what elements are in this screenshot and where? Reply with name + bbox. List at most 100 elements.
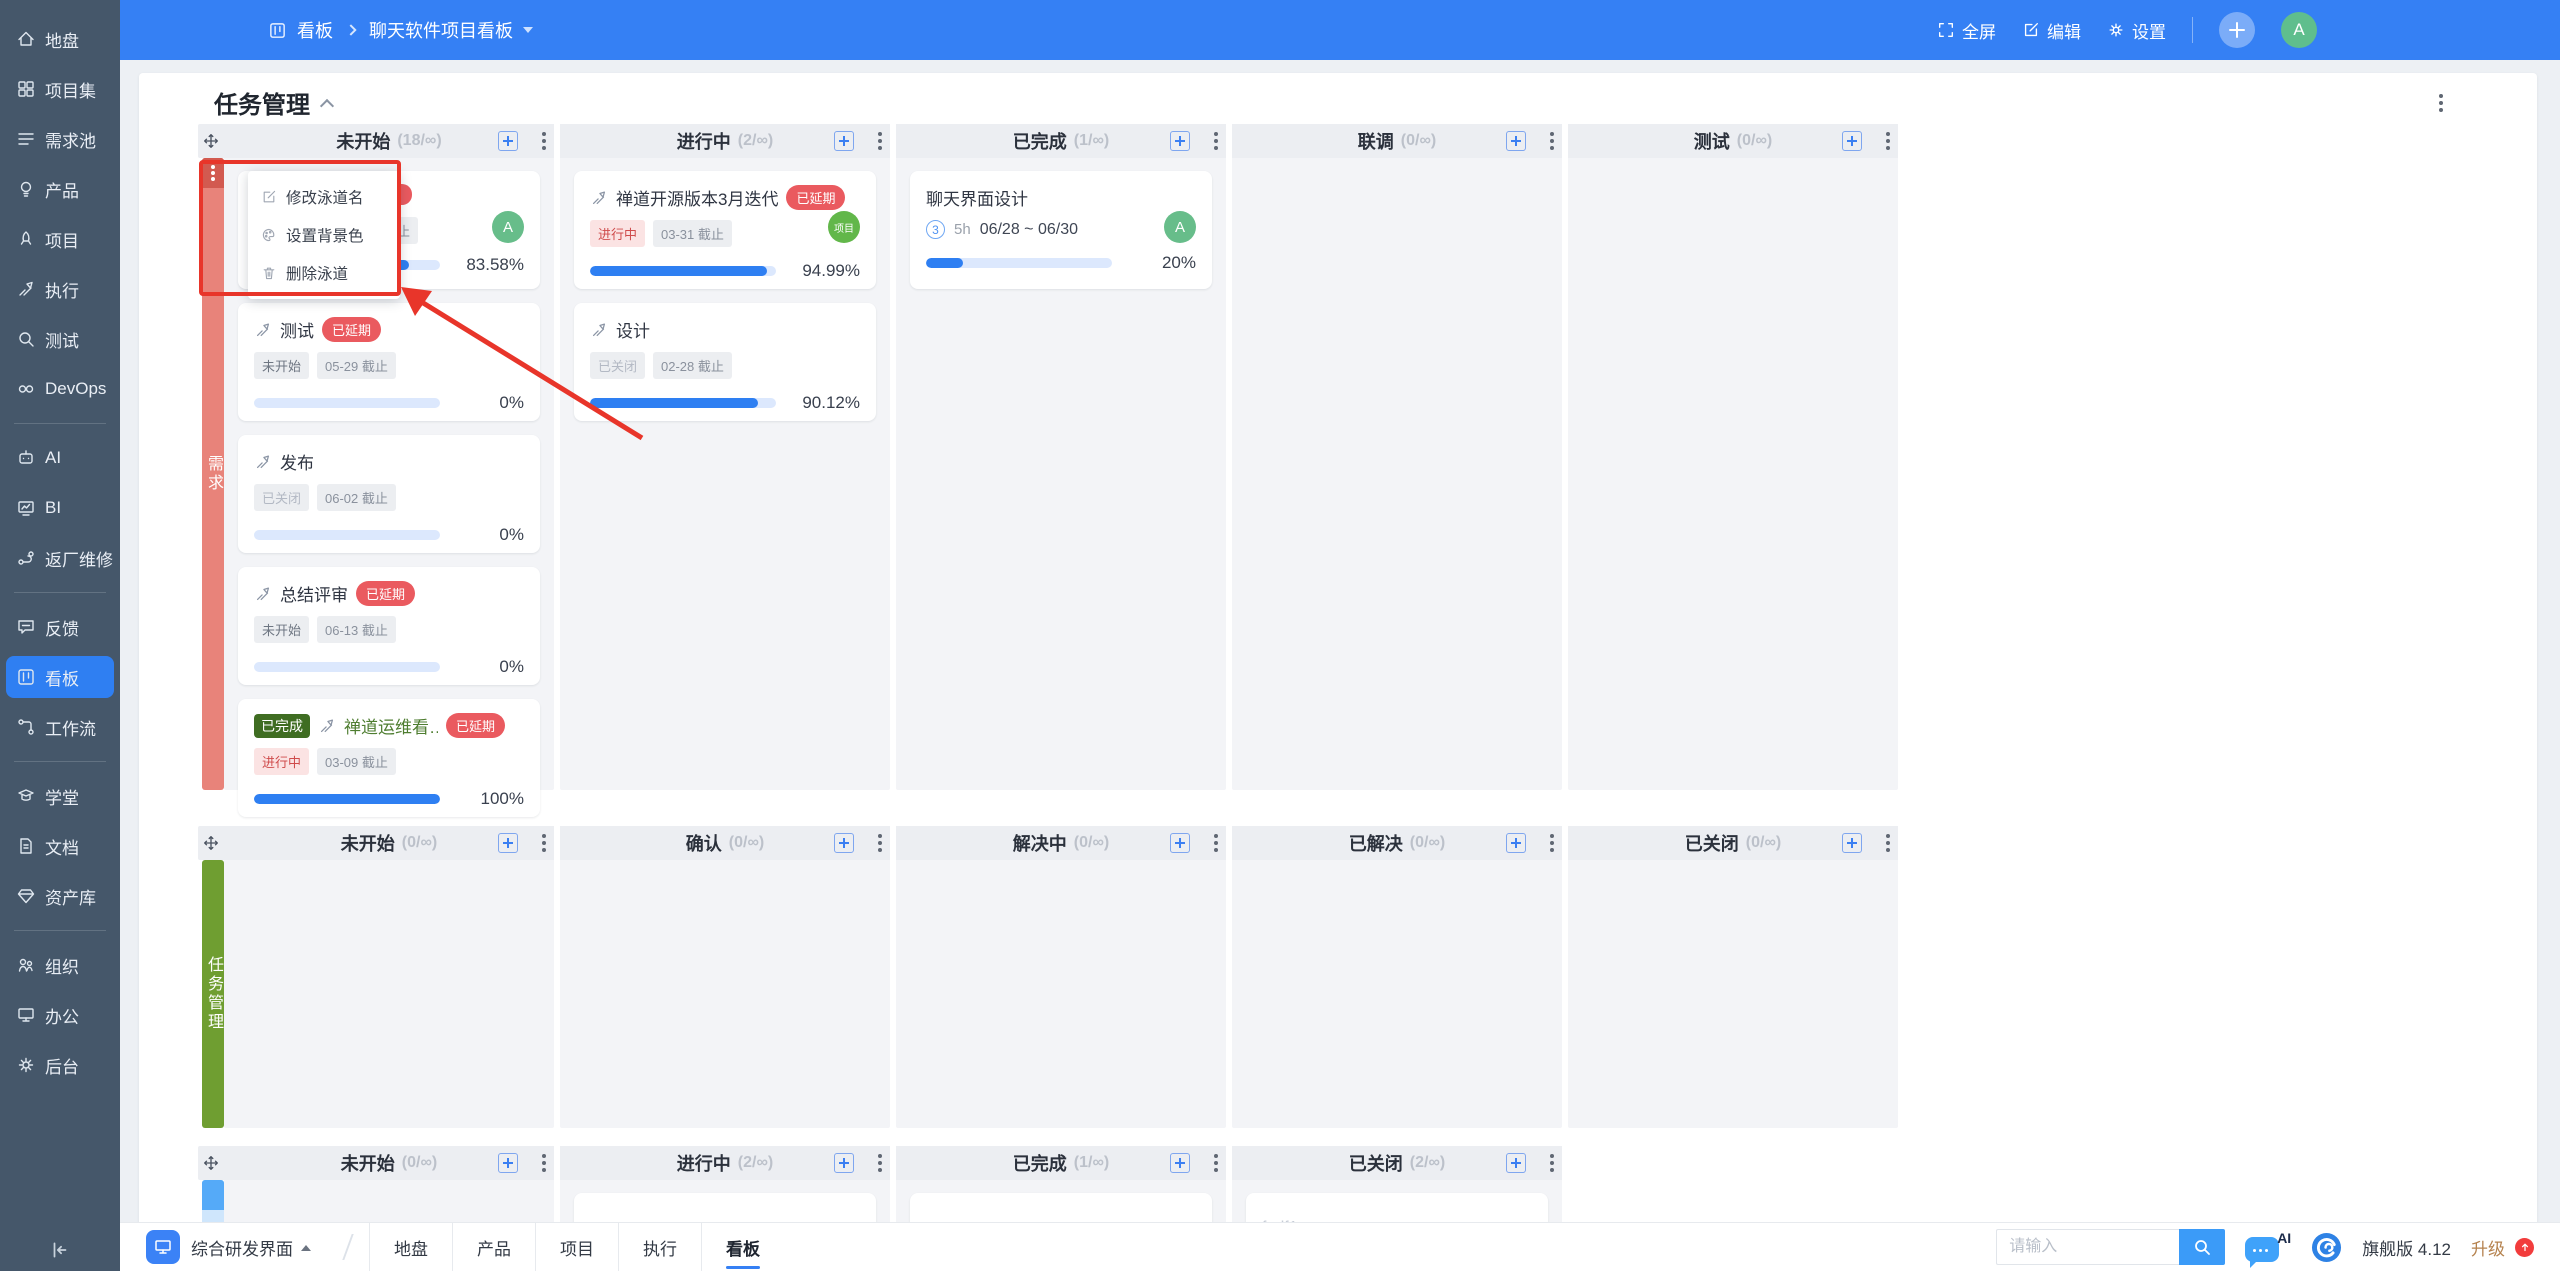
- swimlane-menu-handle[interactable]: [202, 1180, 224, 1210]
- search-input[interactable]: [1996, 1229, 2179, 1265]
- task-card[interactable]: 禅道开源版本3月迭代已延期 进行中03-31 截止 项目 94.99%: [574, 171, 876, 289]
- avatar[interactable]: A: [2281, 12, 2317, 48]
- column-menu-icon[interactable]: [878, 1161, 882, 1165]
- breadcrumb-current[interactable]: 聊天软件项目看板: [369, 17, 513, 43]
- trash-icon: [261, 265, 277, 281]
- column-menu-icon[interactable]: [542, 139, 546, 143]
- progress-track: [590, 266, 776, 276]
- bottom-tab-dashboard[interactable]: 地盘: [369, 1223, 452, 1271]
- fullscreen-button[interactable]: 全屏: [1937, 18, 1996, 43]
- task-card[interactable]: 总结评审已延期 未开始06-13 截止 0%: [238, 567, 540, 685]
- add-card-button[interactable]: [1170, 833, 1190, 853]
- collapse-region-icon[interactable]: [320, 98, 334, 112]
- add-card-button[interactable]: [498, 833, 518, 853]
- assignee-avatar[interactable]: A: [1164, 211, 1196, 243]
- sidebar-item-devops[interactable]: DevOps: [6, 364, 114, 414]
- column-menu-icon[interactable]: [1214, 1161, 1218, 1165]
- settings-button[interactable]: 设置: [2107, 18, 2166, 43]
- task-card[interactable]: 设计 已关闭02-28 截止 90.12%: [574, 303, 876, 421]
- menu-item-delete-lane[interactable]: 删除泳道: [248, 254, 400, 292]
- column-menu-icon[interactable]: [1550, 1161, 1554, 1165]
- caret-up-icon[interactable]: [301, 1240, 311, 1251]
- add-card-button[interactable]: [498, 1153, 518, 1173]
- menu-item-set-background[interactable]: 设置背景色: [248, 216, 400, 254]
- bottom-tab-execution[interactable]: 执行: [618, 1223, 701, 1271]
- sidebar-item-repair[interactable]: 返厂维修: [6, 533, 114, 583]
- add-card-button[interactable]: [498, 131, 518, 151]
- sidebar-item-dashboard[interactable]: 地盘: [6, 14, 114, 64]
- add-card-button[interactable]: [834, 131, 854, 151]
- add-card-button[interactable]: [1842, 833, 1862, 853]
- column-menu-icon[interactable]: [542, 841, 546, 845]
- edit-button[interactable]: 编辑: [2022, 18, 2081, 43]
- bottom-tab-product[interactable]: 产品: [452, 1223, 535, 1271]
- dropdown-caret-icon[interactable]: [523, 27, 533, 38]
- add-button[interactable]: [2219, 12, 2255, 48]
- version-label: 旗舰版 4.12: [2362, 1235, 2451, 1260]
- bottom-tab-kanban[interactable]: 看板: [701, 1223, 784, 1271]
- column-menu-icon[interactable]: [1550, 841, 1554, 845]
- sidebar-item-product[interactable]: 产品: [6, 164, 114, 214]
- upgrade-link[interactable]: 升级: [2471, 1235, 2505, 1260]
- sidebar-item-program[interactable]: 项目集: [6, 64, 114, 114]
- sidebar-item-assets[interactable]: 资产库: [6, 871, 114, 921]
- column-menu-icon[interactable]: [1886, 841, 1890, 845]
- task-card[interactable]: 测试已延期 未开始05-29 截止 0%: [238, 303, 540, 421]
- search-button[interactable]: [2179, 1229, 2225, 1265]
- swimlane-label: 任务管理: [202, 860, 224, 1128]
- lane-move-handle[interactable]: [198, 1146, 224, 1180]
- sidebar-item-execution[interactable]: 执行: [6, 264, 114, 314]
- lane-move-handle[interactable]: [198, 124, 224, 158]
- swimlane-row: 需求 止 A 83.58% 测试已延期 未开始05-29 截止: [198, 158, 1904, 790]
- zentao-logo-icon[interactable]: [2311, 1232, 2342, 1263]
- column-menu-icon[interactable]: [542, 1161, 546, 1165]
- ai-assistant-button[interactable]: AI: [2245, 1230, 2291, 1264]
- column-menu-icon[interactable]: [1886, 139, 1890, 143]
- column-menu-icon[interactable]: [1214, 841, 1218, 845]
- sidebar-item-ai[interactable]: AI: [6, 433, 114, 483]
- app-switcher-icon[interactable]: [146, 1230, 180, 1264]
- sidebar-item-storypool[interactable]: 需求池: [6, 114, 114, 164]
- sidebar-item-admin[interactable]: 后台: [6, 1040, 114, 1090]
- menu-item-rename-lane[interactable]: 修改泳道名: [248, 178, 400, 216]
- swimlane-bar[interactable]: 需求: [202, 158, 224, 790]
- column-menu-icon[interactable]: [878, 841, 882, 845]
- add-card-button[interactable]: [1170, 1153, 1190, 1173]
- sidebar-item-workflow[interactable]: 工作流: [6, 702, 114, 752]
- add-card-button[interactable]: [1842, 131, 1862, 151]
- add-card-button[interactable]: [1506, 833, 1526, 853]
- app-switcher-label[interactable]: 综合研发界面: [191, 1235, 293, 1260]
- lane-move-handle[interactable]: [198, 826, 224, 860]
- sidebar-item-office[interactable]: 办公: [6, 990, 114, 1040]
- task-card[interactable]: 发布 已关闭06-02 截止 0%: [238, 435, 540, 553]
- upgrade-arrow-icon[interactable]: [2515, 1238, 2534, 1257]
- column-menu-icon[interactable]: [1214, 139, 1218, 143]
- task-card[interactable]: 聊天界面设计 35h06/28 ~ 06/30 A 20%: [910, 171, 1212, 289]
- status-tag: 已关闭: [254, 484, 309, 511]
- assignee-avatar[interactable]: 项目: [828, 211, 860, 243]
- add-card-button[interactable]: [834, 833, 854, 853]
- column-menu-icon[interactable]: [1550, 139, 1554, 143]
- add-card-button[interactable]: [1170, 131, 1190, 151]
- chevron-right-icon: [345, 24, 356, 35]
- swimlane-bar[interactable]: 任务管理: [202, 860, 224, 1128]
- sidebar-item-bi[interactable]: BI: [6, 483, 114, 533]
- task-card[interactable]: 已完成禅道运维看…已延期 进行中03-09 截止 100%: [238, 699, 540, 817]
- column-menu-icon[interactable]: [878, 139, 882, 143]
- breadcrumb-root[interactable]: 看板: [297, 17, 333, 43]
- sidebar-item-org[interactable]: 组织: [6, 940, 114, 990]
- sidebar-item-project[interactable]: 项目: [6, 214, 114, 264]
- sidebar-item-doc[interactable]: 文档: [6, 821, 114, 871]
- sidebar-item-kanban[interactable]: 看板: [6, 656, 114, 698]
- sidebar-item-feedback[interactable]: 反馈: [6, 602, 114, 652]
- progress-percent: 83.58%: [450, 255, 524, 275]
- bottom-tab-project[interactable]: 项目: [535, 1223, 618, 1271]
- assignee-avatar[interactable]: A: [492, 211, 524, 243]
- region-menu-icon[interactable]: [2439, 101, 2443, 105]
- sidebar-item-school[interactable]: 学堂: [6, 771, 114, 821]
- sidebar-collapse-button[interactable]: [0, 1239, 120, 1261]
- sidebar-item-qa[interactable]: 测试: [6, 314, 114, 364]
- add-card-button[interactable]: [1506, 131, 1526, 151]
- add-card-button[interactable]: [1506, 1153, 1526, 1173]
- add-card-button[interactable]: [834, 1153, 854, 1173]
